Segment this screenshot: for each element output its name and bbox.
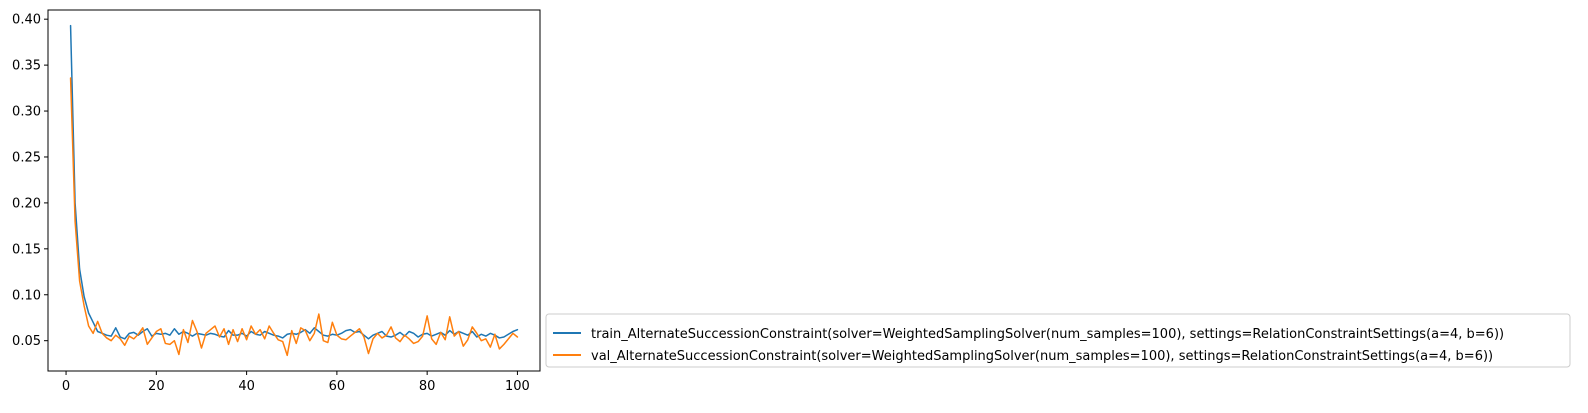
y-tick-label: 0.25 xyxy=(12,150,41,165)
y-tick-label: 0.35 xyxy=(12,59,41,74)
legend-label-train: train_AlternateSuccessionConstraint(solv… xyxy=(591,327,1504,342)
x-tick-label: 20 xyxy=(148,379,165,394)
x-tick-label: 80 xyxy=(419,379,436,394)
y-tick-label: 0.20 xyxy=(12,196,41,211)
x-tick-label: 0 xyxy=(62,379,70,394)
y-tick-label: 0.30 xyxy=(12,105,41,120)
line-chart: 0 20 40 60 80 100 0.05 0.10 0.15 0.20 0.25 0.30 0.3… xyxy=(0,0,1588,413)
x-tick-label: 60 xyxy=(329,379,346,394)
y-tick-label: 0.05 xyxy=(12,334,41,349)
x-tick-label: 40 xyxy=(238,379,255,394)
y-tick-label: 0.10 xyxy=(12,288,41,303)
legend-label-val: val_AlternateSuccessionConstraint(solver… xyxy=(591,349,1493,364)
y-tick-label: 0.15 xyxy=(12,242,41,257)
x-tick-label: 100 xyxy=(505,379,530,394)
y-tick-label: 0.40 xyxy=(12,13,41,28)
legend: train_AlternateSuccessionConstraint(solv… xyxy=(545,313,1571,368)
